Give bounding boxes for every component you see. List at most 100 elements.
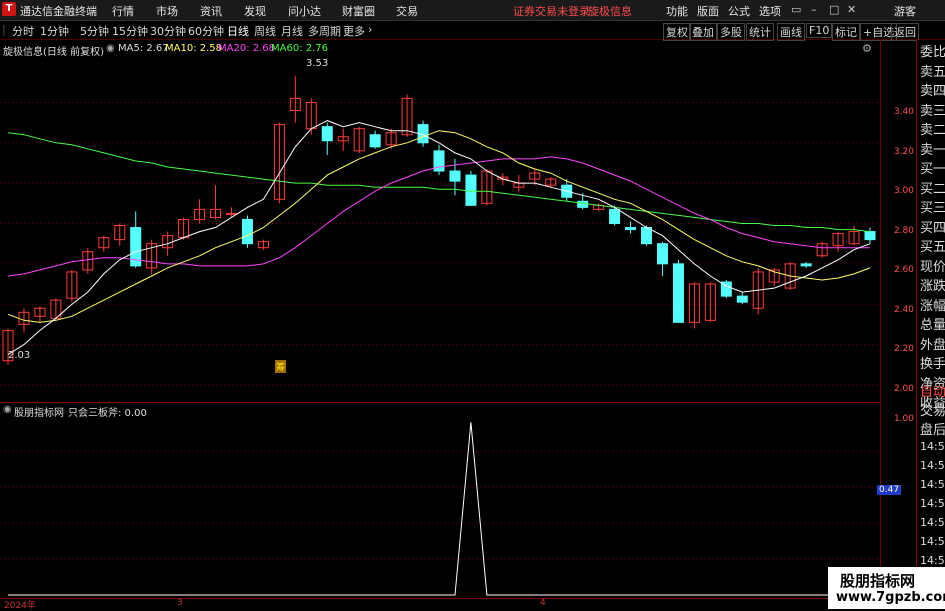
quote-field-label: 涨幅	[920, 298, 945, 314]
quote-field-label: 买五	[920, 240, 945, 255]
quote-field-label: 委比	[920, 45, 945, 60]
stats-button[interactable]: 统计	[746, 23, 774, 41]
candle-body[interactable]	[225, 212, 237, 215]
date-label: 3	[177, 598, 183, 608]
date-axis: 2024年 3 4	[0, 598, 880, 611]
price-axis: 3.40 3.20 3.00 2.80 2.60 2.40 2.20 2.00 …	[877, 40, 917, 609]
date-label: 2024年	[4, 601, 36, 611]
menu-ask[interactable]: 问小达	[288, 3, 321, 19]
axis-tick: 3.20	[893, 147, 914, 157]
tick-time: 14:5	[920, 459, 945, 472]
tab-15min[interactable]: 15分钟	[112, 23, 148, 39]
quote-field-label: 换手	[920, 357, 945, 372]
close-icon[interactable]: ✕	[847, 3, 856, 16]
tick-time: 14:5	[920, 440, 945, 453]
candle-body[interactable]	[241, 218, 253, 245]
candle-body[interactable]	[800, 263, 812, 267]
period-toolbar: | 分时 1分钟 5分钟 15分钟 30分钟 60分钟 日线 周线 月线 多周期…	[0, 21, 945, 41]
candle-body[interactable]	[577, 200, 589, 208]
panel-tab[interactable]: 自动	[920, 383, 945, 403]
back-button[interactable]: 返回	[891, 23, 919, 41]
axis-tick: 2.20	[893, 344, 914, 354]
candle-body[interactable]	[465, 174, 477, 206]
menu-quotes[interactable]: 行情	[112, 3, 134, 19]
axis-tick: 3.40	[893, 107, 914, 117]
draw-button[interactable]: 画线	[777, 23, 805, 41]
multi-stock-button[interactable]: 多股	[717, 23, 745, 41]
mark-button[interactable]: 标记	[832, 23, 860, 41]
quote-field-label: 卖三	[920, 103, 945, 119]
adjust-button[interactable]: 复权	[663, 23, 691, 41]
candle-body[interactable]	[736, 295, 748, 303]
high-price-marker: 3.53	[306, 58, 329, 69]
kline-chart-area[interactable]: 旋极信息(日线 前复权) ◉ MA5: 2.67 MA10: 2.58 MA20…	[0, 40, 880, 400]
menu-discover[interactable]: 发现	[244, 3, 266, 19]
axis-tick: 2.80	[893, 226, 914, 236]
tab-1min[interactable]: 1分钟	[40, 23, 69, 39]
axis-tick: 3.00	[893, 186, 914, 196]
quote-field-label: 现价	[920, 259, 945, 275]
tab-daily[interactable]: 日线	[227, 23, 249, 39]
menu-layout[interactable]: 版面	[697, 3, 719, 19]
watermark: 股朋指标网 www.7gpzb.com	[828, 567, 945, 609]
indicator-axis-tick: 1.00	[893, 414, 914, 424]
menu-news[interactable]: 资讯	[200, 3, 222, 19]
quote-field-label: 买四	[920, 220, 945, 236]
quote-field-label: 外盘	[920, 337, 945, 353]
tab-5min[interactable]: 5分钟	[80, 23, 109, 39]
menu-options[interactable]: 选项	[759, 3, 781, 19]
menu-formula[interactable]: 公式	[728, 3, 750, 19]
quote-field-label: 总量	[920, 318, 945, 333]
candle-body[interactable]	[641, 227, 653, 245]
panel-tab[interactable]: 盘后	[920, 421, 945, 441]
tab-more[interactable]: 更多	[343, 23, 365, 39]
candle-body[interactable]	[369, 134, 381, 148]
menu-market[interactable]: 市场	[156, 3, 178, 19]
tick-time: 14:5	[920, 497, 945, 510]
low-price-marker: 2.03	[8, 350, 31, 361]
more-chevron-icon[interactable]: ›	[368, 23, 372, 36]
tab-weekly[interactable]: 周线	[254, 23, 276, 39]
quote-field-label: 买三	[920, 201, 945, 216]
tab-timeshare[interactable]: 分时	[12, 23, 34, 39]
candle-body[interactable]	[321, 126, 333, 142]
indicator-line	[8, 422, 870, 596]
panel-tab[interactable]: 交易	[920, 402, 945, 422]
app-title: 通达信金融终端	[20, 5, 97, 18]
indicator-svg	[0, 422, 880, 596]
tab-monthly[interactable]: 月线	[281, 23, 303, 39]
axis-tick: 2.60	[893, 265, 914, 275]
menu-function[interactable]: 功能	[666, 3, 688, 19]
date-label: 4	[540, 598, 546, 608]
login-warning[interactable]: 证券交易未登录	[513, 3, 590, 19]
stock-name: 旋极信息	[588, 5, 632, 18]
maximize-icon[interactable]: □	[829, 3, 839, 16]
candle-body[interactable]	[609, 208, 621, 224]
tick-time: 14:5	[920, 554, 945, 567]
candle-body[interactable]	[656, 243, 668, 265]
overlay-button[interactable]: 叠加	[689, 23, 717, 41]
indicator-chart-area[interactable]: ◉ 股朋指标网 只会三板斧: 0.00	[0, 402, 880, 599]
candle-body[interactable]	[672, 263, 684, 323]
quote-field-label: 涨跌	[920, 279, 945, 294]
user-guest[interactable]: 游客	[894, 3, 916, 19]
axis-tick: 2.00	[893, 384, 914, 394]
tick-time: 14:5	[920, 516, 945, 529]
minimize-window-icon[interactable]: –	[811, 3, 817, 16]
tab-60min[interactable]: 60分钟	[188, 23, 224, 39]
quote-field-label: 卖五	[920, 64, 945, 80]
menu-wealth[interactable]: 财富圈	[342, 3, 375, 19]
menu-trade[interactable]: 交易	[396, 3, 418, 19]
tab-30min[interactable]: 30分钟	[150, 23, 186, 39]
tick-time: 14:5	[920, 535, 945, 548]
tick-time: 14:5	[920, 478, 945, 491]
candle-body[interactable]	[864, 231, 876, 241]
f10-button[interactable]: F10	[806, 23, 833, 38]
tab-multi-period[interactable]: 多周期	[308, 23, 341, 39]
quote-field-label: 买一	[920, 162, 945, 177]
minimize-icon[interactable]: ▭	[791, 3, 801, 16]
axis-tick: 2.40	[893, 305, 914, 315]
candle-body[interactable]	[625, 227, 637, 231]
event-marker[interactable]: 筹	[275, 360, 287, 373]
candle-body[interactable]	[449, 170, 461, 182]
